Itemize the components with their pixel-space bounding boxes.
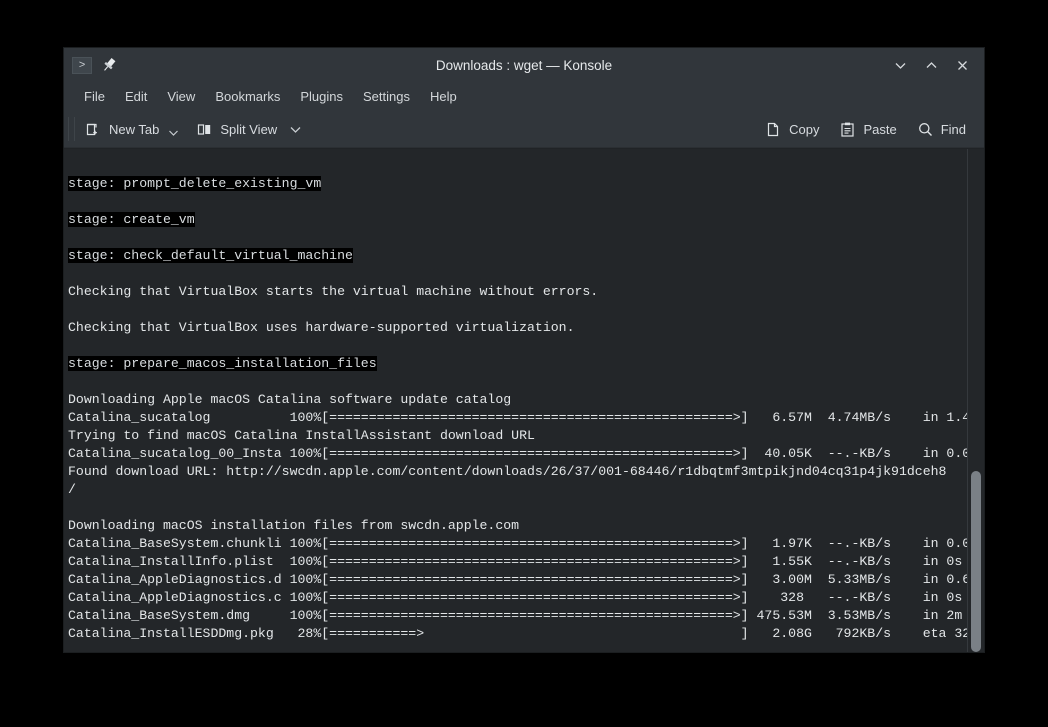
paste-button[interactable]: Paste (831, 116, 904, 143)
terminal-line: Checking that VirtualBox uses hardware-s… (68, 320, 575, 335)
maximize-icon[interactable] (924, 58, 939, 73)
terminal-prompt-icon[interactable]: > (72, 56, 92, 74)
terminal-line: Catalina_InstallESDDmg.pkg 28%[=========… (68, 625, 967, 643)
copy-icon (765, 121, 782, 138)
terminal-line: Catalina_sucatalog_00_Insta 100%[=======… (68, 446, 967, 461)
terminal-line: stage: prepare_macos_installation_files (68, 355, 967, 373)
terminal-line: Catalina_BaseSystem.dmg 100%[===========… (68, 608, 967, 623)
terminal-line: Catalina_AppleDiagnostics.d 100%[=======… (68, 572, 967, 587)
paste-label: Paste (863, 121, 897, 137)
terminal-stage-label: stage: prepare_macos_installation_files (68, 356, 377, 371)
window-title: Downloads : wget — Konsole (435, 57, 613, 73)
new-tab-button[interactable]: New Tab (77, 116, 188, 143)
toolbar-drag-handle[interactable] (68, 117, 75, 141)
terminal-line: Trying to find macOS Catalina InstallAss… (68, 428, 535, 443)
terminal-line: Found download URL: http://swcdn.apple.c… (68, 464, 947, 479)
split-view-icon (196, 121, 213, 138)
terminal-line: Catalina_InstallInfo.plist 100%[========… (68, 554, 963, 569)
new-tab-chevron-down-icon[interactable] (166, 129, 180, 138)
terminal-line: Catalina_sucatalog 100%[================… (68, 410, 967, 425)
search-icon (917, 121, 934, 138)
toolbar-right-group: Copy Paste Find (757, 116, 974, 143)
scrollbar-thumb[interactable] (971, 471, 981, 652)
window-titlebar[interactable]: > Downloads : wget — Konsole (64, 48, 984, 82)
find-button[interactable]: Find (909, 116, 974, 143)
main-toolbar: New Tab Split View Copy Paste Find (64, 110, 984, 148)
terminal-line: stage: create_vm (68, 211, 967, 229)
close-icon[interactable] (955, 58, 970, 73)
titlebar-left-icons: > (72, 56, 118, 74)
terminal-stage-label: stage: prompt_delete_existing_vm (68, 176, 322, 191)
terminal-line: Checking that VirtualBox starts the virt… (68, 284, 599, 299)
split-view-label: Split View (220, 121, 278, 137)
terminal-stage-label: stage: create_vm (68, 212, 195, 227)
menu-item-file[interactable]: File (74, 85, 115, 108)
split-view-chevron-down-icon[interactable] (285, 120, 306, 139)
menu-item-edit[interactable]: Edit (115, 85, 157, 108)
minimize-icon[interactable] (893, 58, 908, 73)
terminal-line: / (68, 482, 76, 497)
terminal-line: stage: prompt_delete_existing_vm (68, 175, 967, 193)
menu-item-plugins[interactable]: Plugins (290, 85, 353, 108)
menu-item-bookmarks[interactable]: Bookmarks (205, 85, 290, 108)
terminal-output[interactable]: stage: prompt_delete_existing_vm stage: … (64, 149, 967, 652)
terminal-line: stage: check_default_virtual_machine (68, 247, 967, 265)
split-view-button[interactable]: Split View (188, 116, 285, 143)
paste-icon (839, 121, 856, 138)
terminal-stage-label: stage: check_default_virtual_machine (68, 248, 353, 263)
copy-button[interactable]: Copy (757, 116, 827, 143)
menu-bar: File Edit View Bookmarks Plugins Setting… (64, 82, 984, 110)
terminal-scrollbar[interactable] (967, 149, 984, 652)
pin-icon[interactable] (100, 56, 118, 74)
terminal-line: Catalina_BaseSystem.chunkli 100%[=======… (68, 536, 967, 551)
menu-item-view[interactable]: View (157, 85, 205, 108)
new-tab-icon (85, 121, 102, 138)
terminal-line: Catalina_AppleDiagnostics.c 100%[=======… (68, 590, 963, 605)
copy-label: Copy (789, 121, 820, 137)
terminal-line: Downloading Apple macOS Catalina softwar… (68, 392, 512, 407)
terminal-area[interactable]: stage: prompt_delete_existing_vm stage: … (64, 148, 984, 652)
new-tab-label: New Tab (109, 121, 160, 137)
terminal-line: Downloading macOS installation files fro… (68, 518, 520, 533)
menu-item-settings[interactable]: Settings (353, 85, 420, 108)
menu-item-help[interactable]: Help (420, 85, 467, 108)
terminal-text: Catalina_InstallESDDmg.pkg 28%[=========… (68, 626, 967, 641)
find-label: Find (940, 121, 966, 137)
konsole-window: > Downloads : wget — Konsole File Edit V… (64, 48, 984, 652)
window-controls (893, 58, 976, 73)
